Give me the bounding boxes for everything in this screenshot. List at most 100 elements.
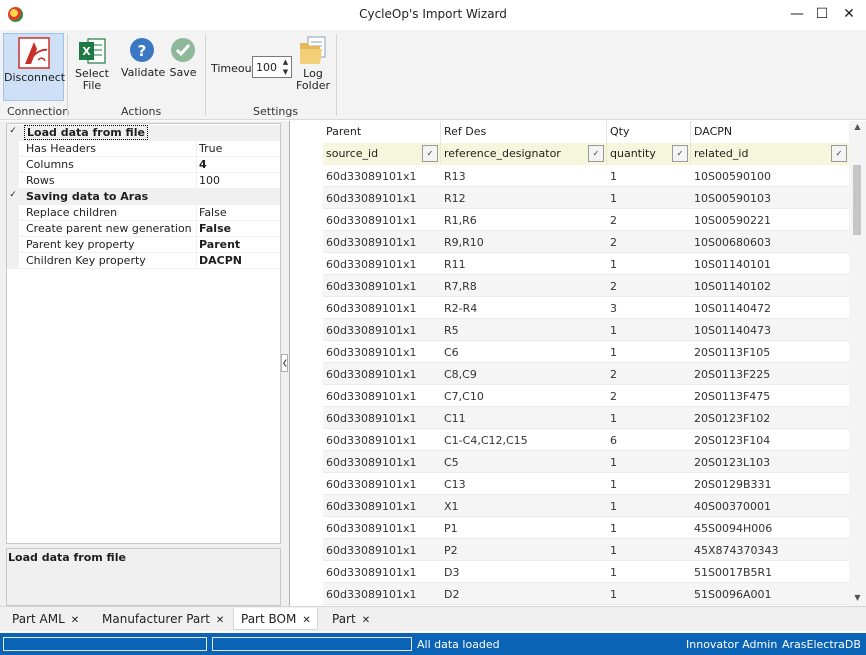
- table-cell[interactable]: C11: [441, 407, 607, 429]
- table-cell[interactable]: 51S0017B5R1: [691, 561, 850, 583]
- table-cell[interactable]: 10S01140101: [691, 253, 850, 275]
- vertical-scrollbar[interactable]: ▲ ▼: [849, 121, 866, 606]
- table-cell[interactable]: 2: [607, 385, 691, 407]
- column-header[interactable]: Qty: [607, 121, 691, 143]
- table-cell[interactable]: C13: [441, 473, 607, 495]
- property-value[interactable]: Parent: [199, 238, 240, 251]
- table-cell[interactable]: 1: [607, 407, 691, 429]
- table-cell[interactable]: C1-C4,C12,C15: [441, 429, 607, 451]
- maximize-icon[interactable]: ☐: [811, 4, 833, 24]
- table-cell[interactable]: 10S00590100: [691, 165, 850, 187]
- table-cell[interactable]: 60d33089101x1: [323, 231, 441, 253]
- table-cell[interactable]: R7,R8: [441, 275, 607, 297]
- table-cell[interactable]: R9,R10: [441, 231, 607, 253]
- table-cell[interactable]: 10S01140473: [691, 319, 850, 341]
- row-header[interactable]: [290, 363, 323, 385]
- table-cell[interactable]: 1: [607, 517, 691, 539]
- mapping-select[interactable]: quantity ✓: [607, 143, 691, 165]
- table-cell[interactable]: 51S0096A001: [691, 583, 850, 605]
- close-tab-icon[interactable]: ✕: [362, 615, 370, 626]
- table-cell[interactable]: 60d33089101x1: [323, 165, 441, 187]
- table-row[interactable]: 60d33089101x1 R1,R6 2 10S00590221: [290, 209, 850, 231]
- table-cell[interactable]: 60d33089101x1: [323, 363, 441, 385]
- mapping-select[interactable]: source_id ✓: [323, 143, 441, 165]
- table-row[interactable]: 60d33089101x1 X1 1 40S00370001: [290, 495, 850, 517]
- collapse-chevron-icon[interactable]: ✓: [7, 126, 19, 136]
- table-cell[interactable]: 60d33089101x1: [323, 473, 441, 495]
- row-header[interactable]: [290, 253, 323, 275]
- table-cell[interactable]: C7,C10: [441, 385, 607, 407]
- table-cell[interactable]: 60d33089101x1: [323, 319, 441, 341]
- table-row[interactable]: 60d33089101x1 C13 1 20S0129B331: [290, 473, 850, 495]
- table-cell[interactable]: 10S00590103: [691, 187, 850, 209]
- table-row[interactable]: 60d33089101x1 C7,C10 2 20S0113F475: [290, 385, 850, 407]
- table-cell[interactable]: D2: [441, 583, 607, 605]
- table-cell[interactable]: R12: [441, 187, 607, 209]
- table-cell[interactable]: 45X874370343: [691, 539, 850, 561]
- table-cell[interactable]: C6: [441, 341, 607, 363]
- table-cell[interactable]: 60d33089101x1: [323, 253, 441, 275]
- row-header[interactable]: [290, 473, 323, 495]
- row-header[interactable]: [290, 561, 323, 583]
- property-value[interactable]: 100: [199, 174, 220, 187]
- table-cell[interactable]: 60d33089101x1: [323, 539, 441, 561]
- table-cell[interactable]: 20S0113F105: [691, 341, 850, 363]
- table-cell[interactable]: 60d33089101x1: [323, 561, 441, 583]
- table-cell[interactable]: 20S0113F225: [691, 363, 850, 385]
- close-tab-icon[interactable]: ✕: [302, 615, 310, 626]
- table-cell[interactable]: R2-R4: [441, 297, 607, 319]
- table-cell[interactable]: 60d33089101x1: [323, 275, 441, 297]
- scroll-down-icon[interactable]: ▼: [849, 593, 866, 605]
- mapping-select[interactable]: reference_designator ✓: [441, 143, 607, 165]
- property-grid[interactable]: ✓ Load data from file Has Headers True C…: [6, 123, 281, 544]
- table-row[interactable]: 60d33089101x1 R9,R10 2 10S00680603: [290, 231, 850, 253]
- row-header[interactable]: [290, 187, 323, 209]
- property-row[interactable]: Columns 4: [7, 157, 280, 173]
- table-cell[interactable]: C8,C9: [441, 363, 607, 385]
- table-row[interactable]: 60d33089101x1 R13 1 10S00590100: [290, 165, 850, 187]
- spin-down-icon[interactable]: ▼: [280, 67, 291, 77]
- table-cell[interactable]: 1: [607, 473, 691, 495]
- table-cell[interactable]: 1: [607, 583, 691, 605]
- table-cell[interactable]: 60d33089101x1: [323, 495, 441, 517]
- property-value[interactable]: DACPN: [199, 254, 242, 267]
- table-cell[interactable]: C5: [441, 451, 607, 473]
- table-row[interactable]: 60d33089101x1 R11 1 10S01140101: [290, 253, 850, 275]
- table-row[interactable]: 60d33089101x1 C1-C4,C12,C15 6 20S0123F104: [290, 429, 850, 451]
- tab-part-bom[interactable]: Part BOM ✕: [233, 608, 318, 630]
- table-row[interactable]: 60d33089101x1 C11 1 20S0123F102: [290, 407, 850, 429]
- row-header[interactable]: [290, 319, 323, 341]
- property-row[interactable]: Rows 100: [7, 173, 280, 189]
- tab-part-aml[interactable]: Part AML ✕: [12, 608, 79, 630]
- table-cell[interactable]: 6: [607, 429, 691, 451]
- mapping-select[interactable]: related_id ✓: [691, 143, 850, 165]
- row-header[interactable]: [290, 231, 323, 253]
- table-cell[interactable]: 1: [607, 319, 691, 341]
- data-grid[interactable]: Parent Ref Des Qty DACPN source_id ✓ ref…: [289, 121, 866, 606]
- row-header[interactable]: [290, 275, 323, 297]
- log-folder-button[interactable]: Log Folder: [296, 33, 330, 101]
- property-row[interactable]: Replace children False: [7, 205, 280, 221]
- property-value[interactable]: False: [199, 222, 231, 235]
- property-value[interactable]: True: [199, 142, 222, 155]
- row-header[interactable]: [290, 451, 323, 473]
- table-cell[interactable]: 60d33089101x1: [323, 517, 441, 539]
- table-row[interactable]: 60d33089101x1 C6 1 20S0113F105: [290, 341, 850, 363]
- table-cell[interactable]: R13: [441, 165, 607, 187]
- column-header[interactable]: DACPN: [691, 121, 850, 143]
- column-header[interactable]: Ref Des: [441, 121, 607, 143]
- table-cell[interactable]: 45S0094H006: [691, 517, 850, 539]
- table-cell[interactable]: 20S0123F102: [691, 407, 850, 429]
- property-row[interactable]: Children Key property DACPN: [7, 253, 280, 269]
- table-cell[interactable]: 2: [607, 231, 691, 253]
- table-cell[interactable]: 1: [607, 539, 691, 561]
- minimize-icon[interactable]: —: [786, 4, 808, 24]
- table-cell[interactable]: 1: [607, 253, 691, 275]
- table-cell[interactable]: 60d33089101x1: [323, 209, 441, 231]
- table-row[interactable]: 60d33089101x1 D3 1 51S0017B5R1: [290, 561, 850, 583]
- collapse-left-icon[interactable]: ❮: [281, 354, 288, 372]
- table-row[interactable]: 60d33089101x1 R12 1 10S00590103: [290, 187, 850, 209]
- row-header[interactable]: [290, 407, 323, 429]
- chevron-down-icon[interactable]: ✓: [831, 145, 847, 162]
- row-header[interactable]: [290, 539, 323, 561]
